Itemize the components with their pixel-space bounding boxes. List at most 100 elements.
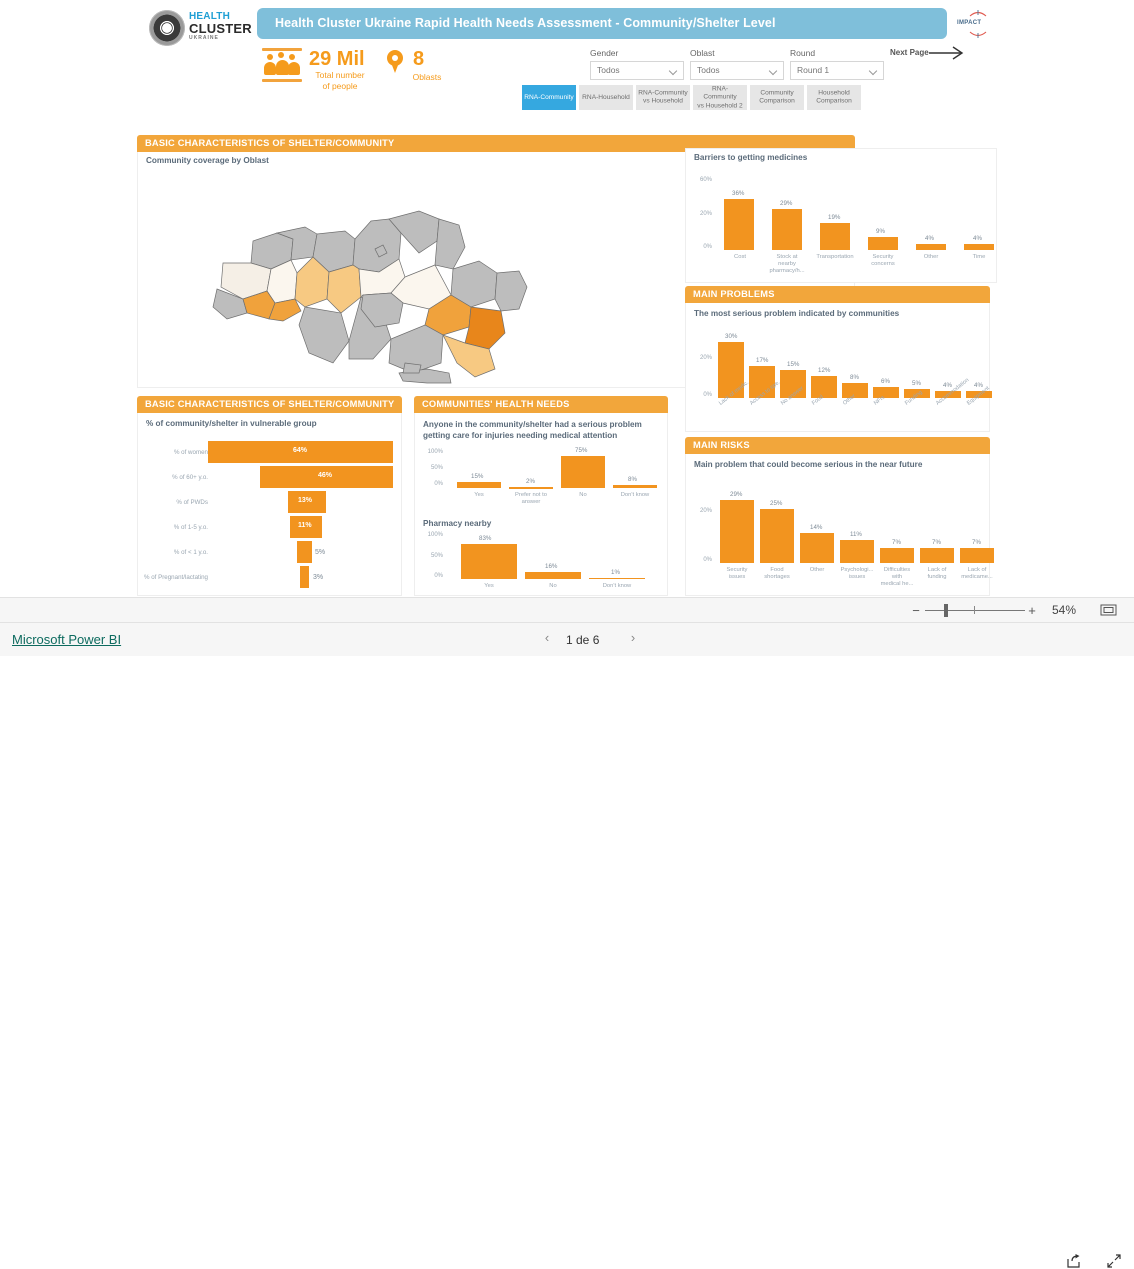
partner-logo-text: IMPACT xyxy=(957,20,982,26)
chart-title-barriers: Barriers to getting medicines xyxy=(694,153,808,162)
partner-logo: IMPACT xyxy=(955,8,995,42)
panel-body-barriers: Barriers to getting medicines 60% 20% 0%… xyxy=(685,148,997,283)
fullscreen-icon[interactable] xyxy=(1106,1253,1122,1269)
health-cluster-sun-logo xyxy=(149,10,185,46)
chevron-down-icon xyxy=(670,68,677,75)
slicer-round-dropdown[interactable]: Round 1 xyxy=(790,61,884,80)
logo-line-cluster: CLUSTER xyxy=(189,21,252,37)
bar-pharmacy-no[interactable] xyxy=(525,572,581,579)
bar-psychological-issues[interactable] xyxy=(840,540,874,563)
kpi-oblasts-label: Oblasts xyxy=(412,72,442,82)
bar-pharmacy-yes[interactable] xyxy=(461,544,517,579)
bar-no[interactable] xyxy=(561,456,605,488)
report-page: HEALTH CLUSTER UKRAINE Health Cluster Uk… xyxy=(137,0,997,597)
zoom-slider-tick xyxy=(974,606,975,614)
bar-stock-at-nearby-pharmacy[interactable] xyxy=(772,209,802,250)
kpi-total-people-label: Total number of people xyxy=(315,70,365,91)
chart-title-most-serious-problem: The most serious problem indicated by co… xyxy=(694,309,900,318)
bar-dont-know[interactable] xyxy=(613,485,657,488)
tab-rna-community[interactable]: RNA-Community xyxy=(522,85,576,110)
panel-header-vulnerable-group: BASIC CHARACTERISTICS OF SHELTER/COMMUNI… xyxy=(137,396,402,413)
bar-difficulties-medical-help[interactable] xyxy=(880,548,914,563)
panel-header-health-needs: COMMUNITIES' HEALTH NEEDS xyxy=(414,396,668,413)
slicer-oblast-dropdown[interactable]: Todos xyxy=(690,61,784,80)
bar-nfis[interactable] xyxy=(873,387,899,398)
previous-page-button[interactable]: ‹ xyxy=(540,631,554,645)
slicer-gender-dropdown[interactable]: Todos xyxy=(590,61,684,80)
slicer-oblast-value: Todos xyxy=(697,65,720,75)
health-cluster-logo: HEALTH CLUSTER UKRAINE xyxy=(149,8,252,48)
chart-title-main-risk: Main problem that could become serious i… xyxy=(694,460,923,469)
next-page-label[interactable]: Next Page xyxy=(890,48,929,57)
slicer-gender-value: Todos xyxy=(597,65,620,75)
chart-title-serious-problem-care: Anyone in the community/shelter had a se… xyxy=(423,420,642,440)
panel-body-main-problems: The most serious problem indicated by co… xyxy=(685,303,992,432)
panel-title-main-risks: MAIN RISKS xyxy=(693,440,750,450)
logo-line-ukraine: UKRAINE xyxy=(189,35,219,42)
microsoft-power-bi-link[interactable]: Microsoft Power BI xyxy=(12,632,121,647)
tab-community-comparison[interactable]: Community Comparison xyxy=(750,85,804,110)
zoom-in-button[interactable]: + xyxy=(1026,603,1038,618)
tab-household-comparison[interactable]: Household Comparison xyxy=(807,85,861,110)
panel-body-vulnerable-group: % of community/shelter in vulnerable gro… xyxy=(137,413,402,596)
bar-lack-of-funding[interactable] xyxy=(920,548,954,563)
report-title-bar: Health Cluster Ukraine Rapid Health Need… xyxy=(257,8,947,39)
chevron-down-icon xyxy=(770,68,777,75)
bar-time[interactable] xyxy=(964,244,994,250)
slicer-gender-label: Gender xyxy=(590,48,619,58)
slicer-oblast[interactable]: Oblast Todos xyxy=(690,48,784,80)
bar-security-concerns[interactable] xyxy=(868,237,898,250)
panel-title-health-needs: COMMUNITIES' HEALTH NEEDS xyxy=(422,399,570,409)
panel-body-health-needs: Anyone in the community/shelter had a se… xyxy=(414,413,668,596)
zoom-level-label: 54% xyxy=(1052,603,1077,617)
chart-title-vulnerable-group: % of community/shelter in vulnerable gro… xyxy=(146,419,317,428)
bar-pharmacy-dont-know[interactable] xyxy=(589,578,645,580)
slicer-round-value: Round 1 xyxy=(797,65,830,75)
tab-rna-community-vs-household[interactable]: RNA-Community vs Household xyxy=(636,85,690,110)
zoom-toolbar: − + 54% xyxy=(0,597,1134,623)
bar-lack-of-medicaments[interactable] xyxy=(960,548,994,563)
bar-under1[interactable] xyxy=(297,541,312,563)
chart-title-pharmacy-nearby: Pharmacy nearby xyxy=(423,519,492,528)
page-title: Health Cluster Ukraine Rapid Health Need… xyxy=(275,16,776,30)
tab-rna-household[interactable]: RNA-Household xyxy=(579,85,633,110)
chart-title-community-coverage: Community coverage by Oblast xyxy=(146,156,269,165)
bar-pregnant[interactable] xyxy=(300,566,309,588)
bar-other[interactable] xyxy=(916,244,946,250)
bar-cost[interactable] xyxy=(724,199,754,250)
long-arrow-right-icon[interactable] xyxy=(927,44,969,62)
kpi-total-people-value: 29 Mil xyxy=(309,48,365,70)
people-group-icon xyxy=(262,48,307,84)
slicer-round-label: Round xyxy=(790,48,816,58)
bar-yes[interactable] xyxy=(457,482,501,488)
panel-header-main-problems: MAIN PROBLEMS xyxy=(685,286,990,303)
bar-other-risk[interactable] xyxy=(800,533,834,563)
panel-body-main-risks: Main problem that could become serious i… xyxy=(685,454,994,596)
next-page-button[interactable]: › xyxy=(626,631,640,645)
report-footer: Microsoft Power BI ‹ 1 de 6 › xyxy=(0,622,1134,1268)
slicer-round[interactable]: Round Round 1 xyxy=(790,48,884,80)
page-indicator: 1 de 6 xyxy=(566,633,600,647)
bar-food[interactable] xyxy=(811,376,837,398)
zoom-slider-track[interactable] xyxy=(925,610,1025,611)
share-icon[interactable] xyxy=(1066,1253,1082,1269)
chevron-down-icon xyxy=(870,68,877,75)
panel-header-main-risks: MAIN RISKS xyxy=(685,437,990,454)
tab-rna-community-vs-household-2[interactable]: RNA- Community vs Household 2 xyxy=(693,85,747,110)
fit-to-page-icon[interactable] xyxy=(1100,604,1117,616)
zoom-out-button[interactable]: − xyxy=(910,603,922,618)
kpi-oblasts-value: 8 xyxy=(413,48,425,70)
ukraine-oblast-choropleth-map[interactable] xyxy=(212,177,543,384)
slicer-oblast-label: Oblast xyxy=(690,48,715,58)
bar-food-shortages[interactable] xyxy=(760,509,794,563)
panel-title-main-problems: MAIN PROBLEMS xyxy=(693,289,775,299)
panel-title-vulnerable-group: BASIC CHARACTERISTICS OF SHELTER/COMMUNI… xyxy=(145,399,395,409)
powerbi-report-canvas: HEALTH CLUSTER UKRAINE Health Cluster Uk… xyxy=(0,0,1134,597)
panel-title-basic-characteristics-map: BASIC CHARACTERISTICS OF SHELTER/COMMUNI… xyxy=(145,138,395,148)
bar-prefer-not-to-answer[interactable] xyxy=(509,487,553,489)
zoom-slider-thumb[interactable] xyxy=(944,604,948,617)
bar-transportation[interactable] xyxy=(820,223,850,250)
map-pin-icon xyxy=(387,50,403,74)
bar-security-issues[interactable] xyxy=(720,500,754,563)
slicer-gender[interactable]: Gender Todos xyxy=(590,48,684,80)
